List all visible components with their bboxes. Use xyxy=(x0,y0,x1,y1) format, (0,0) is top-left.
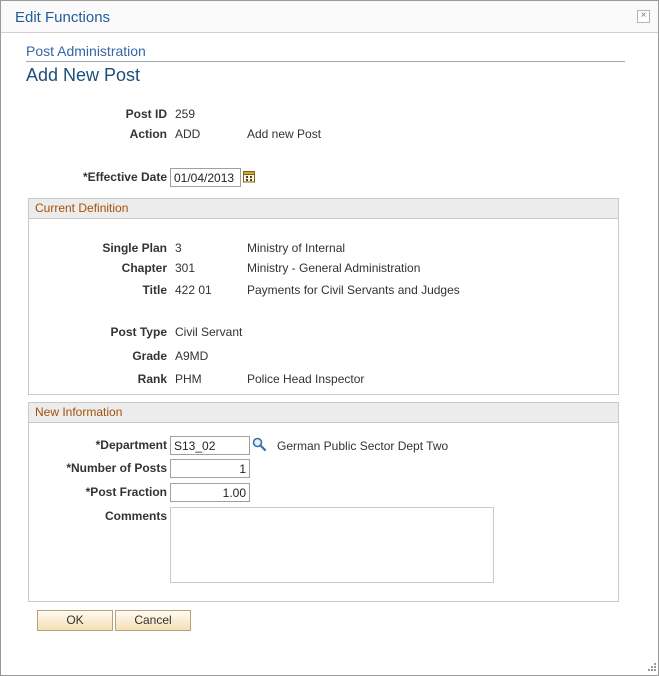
action-label: Action xyxy=(129,127,167,141)
number-of-posts-input[interactable] xyxy=(170,459,250,478)
current-definition-header[interactable]: Current Definition xyxy=(29,199,618,219)
post-fraction-input[interactable] xyxy=(170,483,250,502)
post-id-label: Post ID xyxy=(125,107,167,121)
post-type-label: Post Type xyxy=(110,325,167,339)
department-description: German Public Sector Dept Two xyxy=(277,439,449,453)
department-label: *Department xyxy=(95,438,167,452)
single-plan-label: Single Plan xyxy=(102,241,167,255)
comments-label: Comments xyxy=(104,509,167,523)
action-value: ADD xyxy=(175,127,201,141)
post-fraction-label: *Post Fraction xyxy=(85,485,167,499)
chapter-description: Ministry - General Administration xyxy=(247,261,421,275)
rank-description: Police Head Inspector xyxy=(247,372,365,386)
effective-date-input[interactable] xyxy=(170,168,241,187)
post-type-value: Civil Servant xyxy=(175,325,243,339)
page-title: Add New Post xyxy=(26,65,141,85)
cancel-button[interactable]: Cancel xyxy=(115,610,191,631)
action-description: Add new Post xyxy=(247,127,322,141)
number-of-posts-label: *Number of Posts xyxy=(66,461,167,475)
dialog-titlebar[interactable]: Edit Functions × xyxy=(1,1,658,33)
current-definition-title: Current Definition xyxy=(35,201,129,215)
title-label: Title xyxy=(142,283,167,297)
breadcrumb: Post Administration xyxy=(26,43,146,59)
resize-grip-icon[interactable] xyxy=(648,663,657,672)
effective-date-label: *Effective Date xyxy=(82,170,167,184)
magnifier-icon[interactable] xyxy=(252,437,266,451)
edit-functions-dialog: Edit Functions × Post Administration Add… xyxy=(0,0,659,676)
single-plan-value: 3 xyxy=(175,241,182,255)
post-id-value: 259 xyxy=(175,107,196,121)
new-information-header[interactable]: New Information xyxy=(29,403,618,423)
calendar-icon[interactable] xyxy=(243,170,256,183)
rank-value: PHM xyxy=(175,372,202,386)
grade-value: A9MD xyxy=(175,349,209,363)
rank-label: Rank xyxy=(137,372,167,386)
close-icon[interactable]: × xyxy=(637,10,650,23)
grade-label: Grade xyxy=(132,349,167,363)
title-value: 422 01 xyxy=(175,283,212,297)
title-description: Payments for Civil Servants and Judges xyxy=(247,283,460,297)
ok-button[interactable]: OK xyxy=(37,610,113,631)
title-divider xyxy=(26,61,625,62)
chapter-label: Chapter xyxy=(121,261,167,275)
comments-textarea[interactable] xyxy=(170,507,494,583)
chapter-value: 301 xyxy=(175,261,196,275)
department-input[interactable] xyxy=(170,436,250,455)
new-information-title: New Information xyxy=(35,405,123,419)
dialog-title: Edit Functions xyxy=(15,9,111,26)
single-plan-description: Ministry of Internal xyxy=(247,241,346,255)
